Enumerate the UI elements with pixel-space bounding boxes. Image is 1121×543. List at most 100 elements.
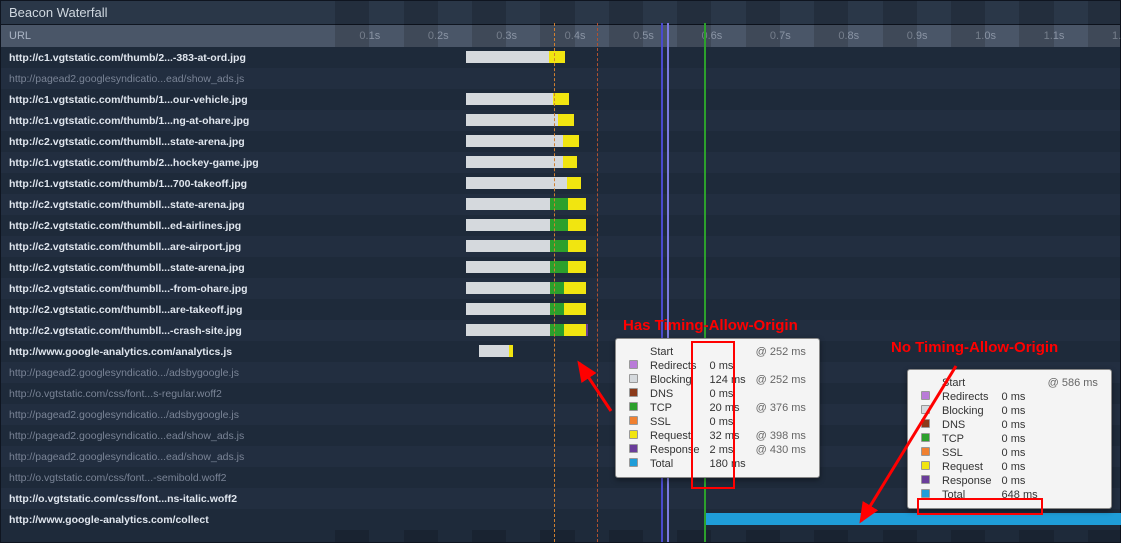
row-url[interactable]: http://c2.vgtstatic.com/thumbll...-crash… <box>1 325 301 337</box>
bar-segment-blocking <box>466 177 567 189</box>
tooltip-value: 0 ms <box>997 474 1043 488</box>
tooltip-at <box>1043 418 1103 432</box>
timing-bar[interactable] <box>466 135 579 147</box>
row-url[interactable]: http://pagead2.googlesyndicatio...ead/sh… <box>1 430 301 442</box>
bar-segment-blocking <box>466 93 553 105</box>
timing-bar[interactable] <box>466 177 581 189</box>
tooltip-at <box>1043 446 1103 460</box>
row-url[interactable]: http://c2.vgtstatic.com/thumbll...-from-… <box>1 283 301 295</box>
row-url[interactable]: http://pagead2.googlesyndicatio...ead/sh… <box>1 451 301 463</box>
row-url[interactable]: http://pagead2.googlesyndicatio...ead/sh… <box>1 73 301 85</box>
row-url[interactable]: http://c2.vgtstatic.com/thumbll...are-ta… <box>1 304 301 316</box>
waterfall-row[interactable]: http://c2.vgtstatic.com/thumbll...are-ai… <box>1 236 1120 257</box>
row-url[interactable]: http://c1.vgtstatic.com/thumb/1...700-ta… <box>1 178 301 190</box>
row-url[interactable]: http://c1.vgtstatic.com/thumb/1...our-ve… <box>1 94 301 106</box>
tooltip-label: Response <box>645 443 705 457</box>
bar-segment-blocking <box>466 240 550 252</box>
tooltip-value: 0 ms <box>705 387 751 401</box>
row-url[interactable]: http://c2.vgtstatic.com/thumbll...state-… <box>1 136 301 148</box>
waterfall-row[interactable]: http://c2.vgtstatic.com/thumbll...ed-air… <box>1 215 1120 236</box>
bar-segment-request <box>558 114 574 126</box>
tooltip-label: Total <box>645 457 705 471</box>
bar-segment-blocking <box>466 261 550 273</box>
timing-bar[interactable] <box>479 345 513 357</box>
timing-bar[interactable] <box>466 282 586 294</box>
row-url[interactable]: http://c1.vgtstatic.com/thumb/2...-383-a… <box>1 52 301 64</box>
bar-segment-request <box>568 219 586 231</box>
timing-bar[interactable] <box>466 219 586 231</box>
timing-tooltip-has-tao: Start@ 252 msRedirects0 msBlocking124 ms… <box>615 338 820 478</box>
marker-dashed <box>597 23 598 542</box>
tooltip-at <box>751 415 811 429</box>
waterfall-row[interactable]: http://c1.vgtstatic.com/thumb/1...700-ta… <box>1 173 1120 194</box>
tooltip-value: 0 ms <box>997 390 1043 404</box>
tooltip-label: SSL <box>645 415 705 429</box>
row-url[interactable]: http://c2.vgtstatic.com/thumbll...state-… <box>1 199 301 211</box>
row-bar-area <box>301 257 1120 278</box>
tooltip-value <box>997 376 1043 390</box>
waterfall-row[interactable]: http://c2.vgtstatic.com/thumbll...-from-… <box>1 278 1120 299</box>
time-tick: 1.2s <box>1112 25 1121 47</box>
tooltip-value: 0 ms <box>705 415 751 429</box>
bar-segment-tcp <box>550 198 568 210</box>
row-bar-area <box>301 194 1120 215</box>
row-url[interactable]: http://pagead2.googlesyndicatio.../adsby… <box>1 367 301 379</box>
row-url[interactable]: http://pagead2.googlesyndicatio.../adsby… <box>1 409 301 421</box>
time-tick: 0.7s <box>770 25 791 47</box>
tooltip-value: 124 ms <box>705 373 751 387</box>
bar-segment-request <box>509 345 513 357</box>
waterfall-row[interactable]: http://c2.vgtstatic.com/thumbll...state-… <box>1 194 1120 215</box>
row-url[interactable]: http://o.vgtstatic.com/css/font...ns-ita… <box>1 493 301 505</box>
beacon-waterfall-panel: Beacon Waterfall URL 0.1s0.2s0.3s0.4s0.5… <box>0 0 1121 543</box>
time-tick: 0.4s <box>565 25 586 47</box>
tooltip-value <box>705 345 751 359</box>
url-column-header[interactable]: URL <box>1 30 301 42</box>
row-url[interactable]: http://c2.vgtstatic.com/thumbll...ed-air… <box>1 220 301 232</box>
tooltip-label: Request <box>645 429 705 443</box>
tooltip-label: Blocking <box>645 373 705 387</box>
bar-segment-request <box>553 93 569 105</box>
waterfall-row[interactable]: http://c2.vgtstatic.com/thumbll...state-… <box>1 131 1120 152</box>
timing-bar[interactable] <box>466 198 586 210</box>
timing-bar[interactable] <box>466 324 588 336</box>
timing-bar[interactable] <box>466 261 586 273</box>
tooltip-value: 20 ms <box>705 401 751 415</box>
timing-bar[interactable] <box>466 51 565 63</box>
tooltip-at: @ 586 ms <box>1043 376 1103 390</box>
row-url[interactable]: http://o.vgtstatic.com/css/font...-semib… <box>1 472 301 484</box>
marker-dashed <box>554 23 555 542</box>
timing-bar[interactable] <box>466 156 577 168</box>
row-url[interactable]: http://www.google-analytics.com/analytic… <box>1 346 301 358</box>
row-bar-area <box>301 278 1120 299</box>
swatch-sw-response <box>629 444 638 453</box>
bar-segment-request <box>568 198 586 210</box>
waterfall-row[interactable]: http://c2.vgtstatic.com/thumbll...-crash… <box>1 320 1120 341</box>
row-url[interactable]: http://c2.vgtstatic.com/thumbll...state-… <box>1 262 301 274</box>
row-url[interactable]: http://o.vgtstatic.com/css/font...s-regu… <box>1 388 301 400</box>
timing-bar[interactable] <box>466 303 586 315</box>
row-url[interactable]: http://c1.vgtstatic.com/thumb/1...ng-at-… <box>1 115 301 127</box>
waterfall-row[interactable]: http://c1.vgtstatic.com/thumb/1...ng-at-… <box>1 110 1120 131</box>
waterfall-row[interactable]: http://c2.vgtstatic.com/thumbll...state-… <box>1 257 1120 278</box>
bar-segment-request <box>564 303 586 315</box>
row-bar-area <box>301 509 1120 530</box>
time-tick: 0.9s <box>907 25 928 47</box>
row-url[interactable]: http://c1.vgtstatic.com/thumb/2...hockey… <box>1 157 301 169</box>
row-url[interactable]: http://c2.vgtstatic.com/thumbll...are-ai… <box>1 241 301 253</box>
waterfall-row[interactable]: http://c1.vgtstatic.com/thumb/2...-383-a… <box>1 47 1120 68</box>
waterfall-row[interactable]: http://c1.vgtstatic.com/thumb/2...hockey… <box>1 152 1120 173</box>
row-url[interactable]: http://www.google-analytics.com/collect <box>1 514 301 526</box>
row-bar-area <box>301 47 1120 68</box>
waterfall-row[interactable]: http://c2.vgtstatic.com/thumbll...are-ta… <box>1 299 1120 320</box>
panel-title: Beacon Waterfall <box>1 1 1120 25</box>
tooltip-value: 0 ms <box>997 432 1043 446</box>
bar-segment-tcp <box>550 282 564 294</box>
waterfall-row[interactable]: http://pagead2.googlesyndicatio...ead/sh… <box>1 68 1120 89</box>
bar-segment-blocking <box>466 219 550 231</box>
timing-bar[interactable] <box>466 114 574 126</box>
waterfall-row[interactable]: http://c1.vgtstatic.com/thumb/1...our-ve… <box>1 89 1120 110</box>
bar-segment-request <box>568 240 586 252</box>
row-bar-area <box>301 215 1120 236</box>
timing-bar[interactable] <box>466 240 586 252</box>
tooltip-value: 0 ms <box>705 359 751 373</box>
